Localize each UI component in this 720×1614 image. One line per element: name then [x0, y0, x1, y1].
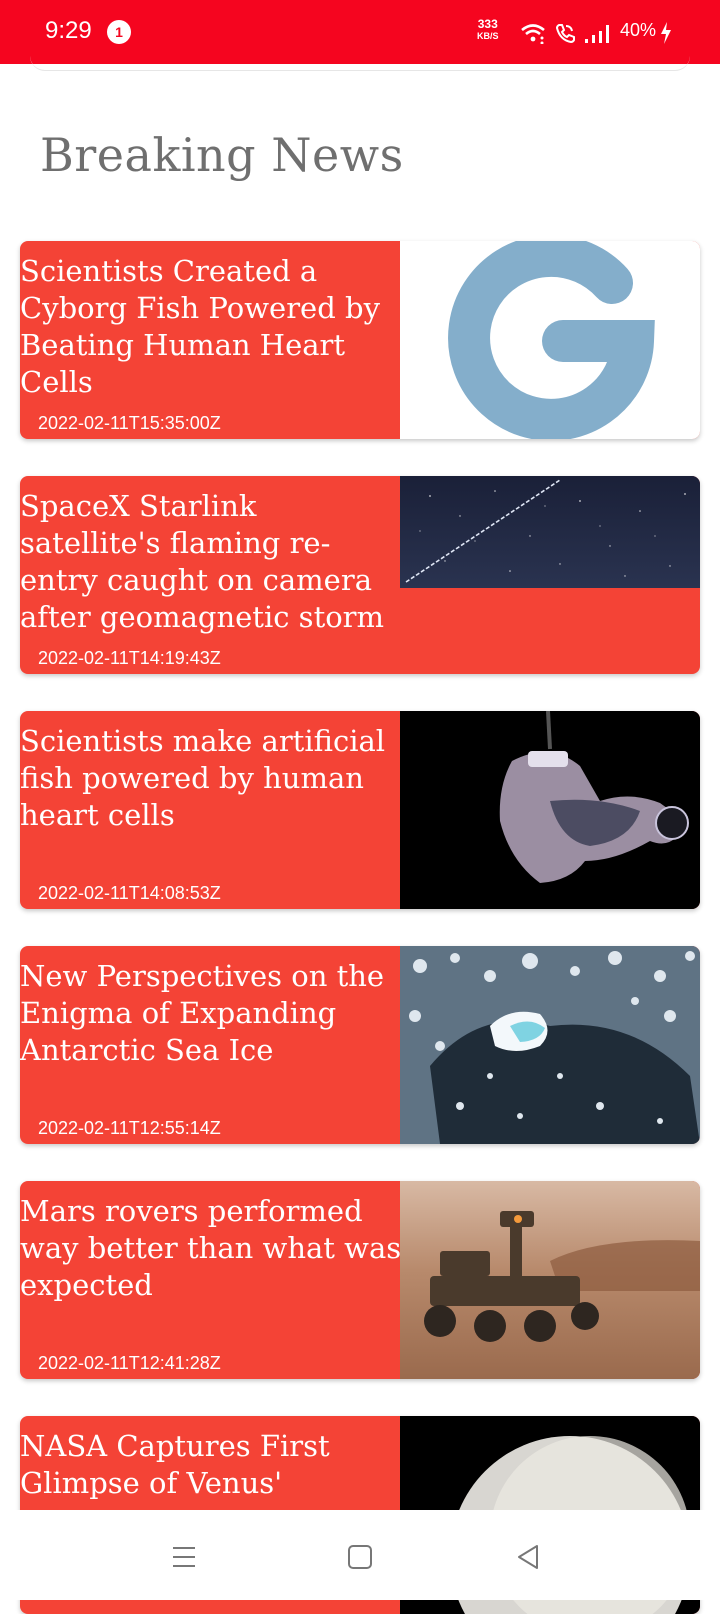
back-triangle-icon: [518, 1545, 538, 1569]
network-speed: 333 KB/S: [477, 18, 499, 42]
charging-bolt-icon: [661, 22, 671, 44]
sea-ice-image: [400, 946, 700, 1144]
card-title: Scientists make artificial fish powered …: [20, 724, 386, 832]
menu-nav-button[interactable]: [164, 1537, 204, 1577]
letter-g-logo-image: [400, 241, 700, 439]
night-sky-satellite-trail-image: [400, 476, 700, 588]
signal-icon: [585, 25, 609, 43]
card-date: 2022-02-11T15:35:00Z: [38, 413, 221, 433]
mars-rover-image: [400, 1181, 700, 1379]
news-card[interactable]: Scientists Created a Cyborg Fish Powered…: [20, 241, 700, 439]
card-image: [400, 1181, 700, 1379]
header-edge: [30, 56, 690, 71]
status-icons: [520, 20, 614, 46]
card-date: 2022-02-11T14:08:53Z: [38, 883, 221, 903]
artificial-fish-image: [400, 711, 700, 909]
wifi-icon: [521, 24, 545, 44]
news-card[interactable]: Scientists make artificial fish powered …: [20, 711, 700, 909]
status-time: 9:29: [45, 17, 92, 44]
news-card[interactable]: Mars rovers performed way better than wh…: [20, 1181, 700, 1379]
menu-icon: [173, 1547, 195, 1567]
card-image: [400, 241, 700, 439]
card-title: New Perspectives on the Enigma of Expand…: [20, 959, 385, 1067]
network-speed-unit: KB/S: [477, 31, 499, 41]
home-nav-button[interactable]: [340, 1537, 380, 1577]
card-title: Mars rovers performed way better than wh…: [20, 1194, 402, 1302]
card-image: [400, 711, 700, 909]
card-title: SpaceX Starlink satellite's flaming re-e…: [20, 489, 385, 634]
wifi-calling-icon: [555, 24, 575, 44]
home-square-icon: [348, 1545, 372, 1569]
back-nav-button[interactable]: [508, 1537, 548, 1577]
news-card[interactable]: New Perspectives on the Enigma of Expand…: [20, 946, 700, 1144]
card-image: [400, 476, 700, 674]
card-date: 2022-02-11T12:41:28Z: [38, 1353, 221, 1373]
card-date: 2022-02-11T14:19:43Z: [38, 648, 221, 668]
status-bar: 9:29 1 333 KB/S 40%: [0, 0, 720, 64]
network-speed-value: 333: [477, 17, 498, 31]
news-card[interactable]: SpaceX Starlink satellite's flaming re-e…: [20, 476, 700, 674]
card-title: NASA Captures First Glimpse of Venus': [20, 1429, 330, 1500]
page-title: Breaking News: [40, 128, 404, 182]
battery-percent: 40%: [620, 20, 657, 40]
notification-count-badge: 1: [107, 20, 131, 44]
card-image: [400, 946, 700, 1144]
card-title: Scientists Created a Cyborg Fish Powered…: [20, 254, 380, 399]
card-date: 2022-02-11T12:55:14Z: [38, 1118, 221, 1138]
